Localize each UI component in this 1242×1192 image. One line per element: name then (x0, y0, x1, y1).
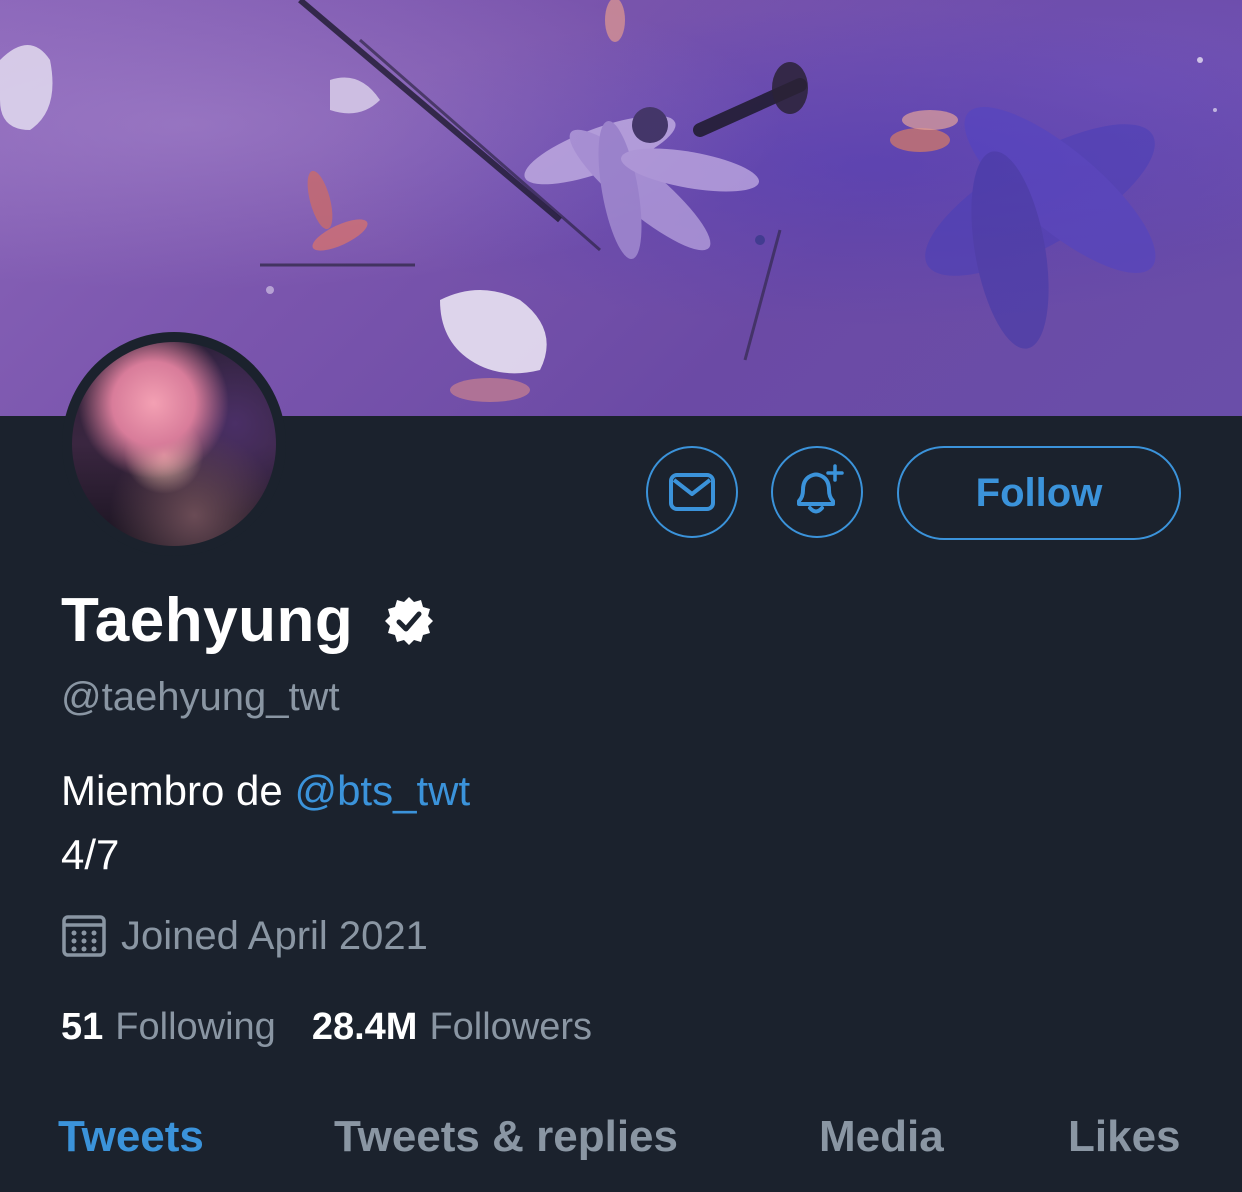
joined-date-text: Joined April 2021 (121, 914, 428, 958)
bio-text: Miembro de (61, 767, 283, 814)
followers-label: Followers (429, 1006, 593, 1048)
notifications-button[interactable] (771, 446, 863, 538)
bell-plus-icon (797, 464, 844, 514)
bio-mention-link[interactable]: @bts_twt (294, 767, 470, 814)
followers-link[interactable]: 28.4M Followers (312, 1002, 592, 1052)
follow-button[interactable]: Follow (897, 446, 1181, 540)
tab-tweets-and-replies[interactable]: Tweets & replies (334, 1110, 678, 1164)
follow-stats: 51 Following 28.4M Followers (61, 1002, 628, 1052)
bio-line-2: 4/7 (61, 831, 120, 878)
profile-name-row: Taehyung (61, 584, 435, 658)
tab-tweets[interactable]: Tweets (58, 1110, 204, 1164)
following-label: Following (115, 1006, 276, 1048)
profile-tabs: Tweets Tweets & replies Media Likes (0, 1086, 1242, 1192)
profile-avatar[interactable] (62, 332, 286, 556)
bio-line-1: Miembro de @bts_twt (61, 766, 470, 816)
verified-badge-icon (385, 597, 434, 645)
mail-icon (669, 473, 715, 511)
tab-media[interactable]: Media (819, 1110, 944, 1164)
message-button[interactable] (646, 446, 738, 538)
display-name: Taehyung (61, 586, 354, 655)
avatar-photo (72, 342, 276, 546)
tab-likes[interactable]: Likes (1068, 1110, 1181, 1164)
calendar-icon (62, 915, 106, 957)
followers-count: 28.4M (311, 1006, 418, 1048)
following-count: 51 (61, 1006, 104, 1048)
joined-date-row: Joined April 2021 (61, 908, 428, 964)
following-link[interactable]: 51 Following (61, 1002, 276, 1052)
profile-handle: @taehyung_twt (61, 675, 340, 719)
profile-page: Follow Taehyung @taehyung_twt Miembro de… (0, 0, 1242, 1192)
